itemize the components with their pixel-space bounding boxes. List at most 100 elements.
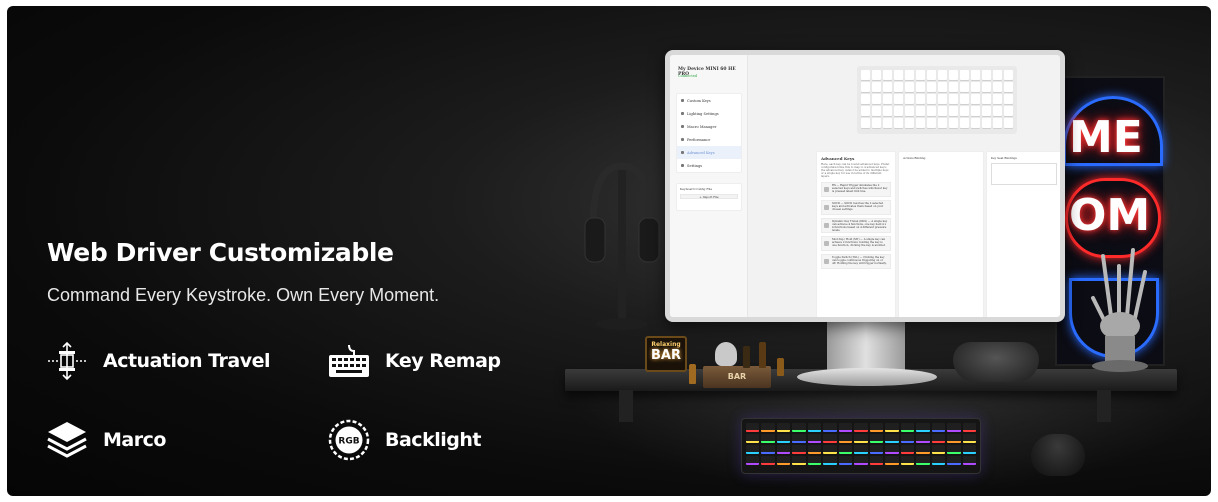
key-cap[interactable] [872,94,881,104]
key-cap[interactable] [1004,82,1013,92]
key-cap[interactable] [982,94,991,104]
key-cap[interactable] [905,94,914,104]
key-cap[interactable] [894,82,903,92]
menu-item-custom-keys[interactable]: Custom Keys [677,94,741,107]
key-cap[interactable] [938,70,947,80]
key-cap[interactable] [905,106,914,116]
feature-key-remap: Key Remap [327,339,501,383]
key-cap[interactable] [960,70,969,80]
keyboard-key [900,445,915,454]
key-cap[interactable] [938,94,947,104]
key-cap[interactable] [894,118,903,128]
key-cap[interactable] [971,106,980,116]
key-cap[interactable] [960,106,969,116]
key-cap[interactable] [960,82,969,92]
key-cap[interactable] [861,118,870,128]
key-cap[interactable] [872,70,881,80]
keyboard-key [746,445,760,454]
advanced-key-card[interactable]: Mod-Tap / Hold (MT) — A single key can a… [821,235,891,251]
key-cap[interactable] [982,118,991,128]
key-cap[interactable] [927,70,936,80]
key-cap[interactable] [938,106,947,116]
key-cap[interactable] [982,106,991,116]
neon-text-1: ME [1069,112,1143,163]
key-cap[interactable] [883,118,892,128]
key-cap[interactable] [861,94,870,104]
key-cap[interactable] [872,118,881,128]
advanced-key-card[interactable]: Dynamic Key Travel (DKS) — A single key … [821,217,891,233]
keyboard-key [792,456,806,465]
keyboard-key [885,423,899,432]
key-cap[interactable] [993,118,1002,128]
key-cap[interactable] [1004,94,1013,104]
key-cap[interactable] [949,70,958,80]
key-cap[interactable] [916,106,925,116]
key-cap[interactable] [982,82,991,92]
key-cap[interactable] [1004,118,1013,128]
key-cap[interactable] [927,82,936,92]
menu-item-macro[interactable]: Macro Manager [677,120,741,133]
binding-slot[interactable] [991,163,1057,185]
advanced-key-card[interactable]: RS — Rapid Trigger simulates the 2 selec… [821,181,891,197]
menu-item-lighting[interactable]: Lighting Settings [677,107,741,120]
key-cap[interactable] [883,106,892,116]
key-cap[interactable] [872,106,881,116]
keyboard-key [900,456,915,465]
key-cap[interactable] [916,82,925,92]
key-cap[interactable] [949,118,958,128]
key-cap[interactable] [905,118,914,128]
key-cap[interactable] [993,82,1002,92]
key-cap[interactable] [938,118,947,128]
key-cap[interactable] [938,82,947,92]
key-cap[interactable] [993,106,1002,116]
actions-label: Actions Binding [903,156,926,160]
keyboard-key [885,456,899,465]
bottle [743,346,750,368]
key-cap[interactable] [905,70,914,80]
key-cap[interactable] [927,106,936,116]
advanced-key-card[interactable]: Toggle Switch (TGL) — Clicking the key c… [821,253,891,269]
key-cap[interactable] [916,94,925,104]
keyboard-key [916,434,930,443]
key-cap[interactable] [927,94,936,104]
key-cap[interactable] [960,94,969,104]
key-cap[interactable] [861,70,870,80]
key-cap[interactable] [949,106,958,116]
key-cap[interactable] [883,82,892,92]
key-cap[interactable] [872,82,881,92]
key-cap[interactable] [949,82,958,92]
key-cap[interactable] [883,94,892,104]
monitor-screen: My Device MINI 60 HE PRO Connected Custo… [665,50,1065,322]
key-cap[interactable] [894,70,903,80]
key-cap[interactable] [971,118,980,128]
import-button[interactable]: + Import File [680,194,738,199]
key-cap[interactable] [883,70,892,80]
menu-item-performance[interactable]: Performance [677,133,741,146]
figurine [715,342,737,366]
key-cap[interactable] [993,70,1002,80]
key-cap[interactable] [1004,106,1013,116]
key-cap[interactable] [971,70,980,80]
key-cap[interactable] [894,94,903,104]
key-cap[interactable] [960,118,969,128]
keyboard-key [838,434,853,443]
key-cap[interactable] [916,118,925,128]
keyboard-preview [857,66,1017,134]
key-cap[interactable] [894,106,903,116]
key-cap[interactable] [916,70,925,80]
menu-item-settings[interactable]: Settings [677,159,741,172]
menu-item-advanced-keys[interactable]: Advanced Keys [677,146,741,159]
key-cap[interactable] [993,94,1002,104]
advanced-key-card[interactable]: SOCD — SOCD resolves the 2 selected keys… [821,199,891,215]
key-cap[interactable] [905,82,914,92]
key-cap[interactable] [1004,70,1013,80]
key-cap[interactable] [927,118,936,128]
key-cap[interactable] [982,70,991,80]
keyboard-key [823,434,837,443]
key-cap[interactable] [971,94,980,104]
key-cap[interactable] [949,94,958,104]
key-cap[interactable] [971,82,980,92]
keyboard-key [776,434,791,443]
key-cap[interactable] [861,106,870,116]
key-cap[interactable] [861,82,870,92]
